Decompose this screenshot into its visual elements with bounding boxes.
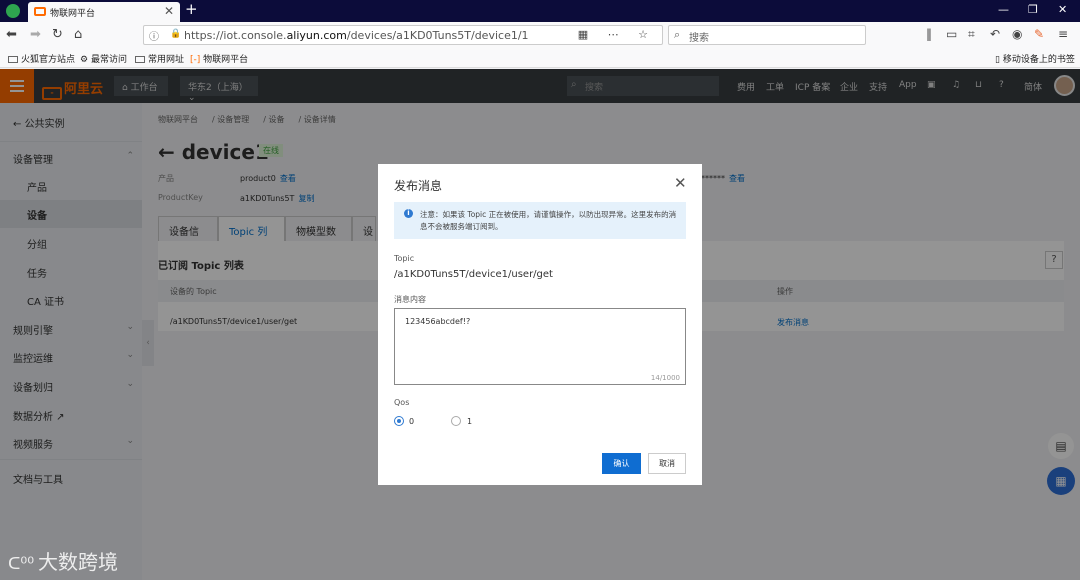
undo-icon[interactable]: ↶ <box>990 27 1000 41</box>
dialog-title: 发布消息 <box>394 179 443 193</box>
gear-icon: ⚙ <box>80 55 91 65</box>
watermark-logo-icon: ᑕ⁰⁰ <box>8 554 35 574</box>
new-tab-button[interactable]: + <box>185 0 198 18</box>
extension-icon[interactable]: ✎ <box>1034 27 1044 41</box>
tab-close-icon[interactable]: ✕ <box>164 4 174 18</box>
publish-message-dialog: 发布消息 ✕ i 注意：如果该 Topic 正在被使用，请谨慎操作，以防出现异常… <box>378 164 702 485</box>
folder-icon <box>135 56 145 63</box>
bookmark-item[interactable]: 火狐官方站点 <box>8 52 75 65</box>
sidebar-icon[interactable]: ▭ <box>946 27 957 41</box>
cancel-button[interactable]: 取消 <box>648 453 686 474</box>
reload-icon[interactable]: ↻ <box>52 27 63 42</box>
phone-icon: ▯ <box>995 55 1003 65</box>
char-count: 14/1000 <box>650 374 680 382</box>
url-actions[interactable]: ▦ ⋯ ☆ <box>578 28 656 41</box>
browser-menu-icon[interactable] <box>6 4 20 18</box>
window-close-button[interactable]: ✕ <box>1058 3 1067 16</box>
qos-1-radio[interactable] <box>451 416 461 426</box>
confirm-button[interactable]: 确认 <box>602 453 641 474</box>
topic-value: /a1KD0Tuns5T/device1/user/get <box>394 269 553 280</box>
url-bar[interactable]: ⓘ 🔒 https://iot.console.aliyun.com/devic… <box>143 25 663 45</box>
browser-nav-bar: ⬅ ➡ ↻ ⌂ ⓘ 🔒 https://iot.console.aliyun.c… <box>0 22 1080 48</box>
restore-button[interactable]: ❐ <box>1028 3 1038 16</box>
bookmarks-bar: 火狐官方站点 ⚙ 最常访问 常用网址 [-] 物联网平台 ▯ 移动设备上的书签 <box>0 48 1080 68</box>
aliyun-favicon-icon: [-] <box>190 55 204 65</box>
qos-0-radio[interactable] <box>394 416 404 426</box>
mobile-bookmarks[interactable]: ▯ 移动设备上的书签 <box>995 52 1075 65</box>
browser-search-box[interactable]: ⌕ 搜索 <box>668 25 866 45</box>
qos-0-label: 0 <box>409 417 415 426</box>
browser-tab-bar: 物联网平台 ✕ + — ❐ ✕ <box>0 0 1080 22</box>
bookmark-item[interactable]: [-] 物联网平台 <box>190 52 248 65</box>
site-info-icon[interactable]: ⓘ <box>149 28 159 43</box>
library-icon[interactable]: ‖ <box>926 27 932 41</box>
lock-icon: 🔒 <box>170 29 182 39</box>
browser-tab[interactable]: 物联网平台 ✕ <box>28 2 180 22</box>
warning-notice: i 注意：如果该 Topic 正在被使用，请谨慎操作，以防出现异常。这里发布的消… <box>394 202 686 239</box>
qos-1-label: 1 <box>467 417 473 426</box>
message-content-input[interactable]: 123456abcdef!? 14/1000 <box>394 308 686 385</box>
info-icon: i <box>404 209 413 218</box>
qos-label: Qos <box>394 398 410 407</box>
bookmark-item[interactable]: ⚙ 最常访问 <box>80 52 127 65</box>
hamburger-menu-icon[interactable]: ≡ <box>1058 27 1068 41</box>
close-icon[interactable]: ✕ <box>674 174 687 192</box>
search-placeholder: 搜索 <box>689 33 709 44</box>
folder-icon <box>8 56 18 63</box>
screenshot-icon[interactable]: ⌗ <box>968 27 975 42</box>
url-text[interactable]: https://iot.console.aliyun.com/devices/a… <box>184 29 529 42</box>
minimize-button[interactable]: — <box>998 3 1009 16</box>
account-icon[interactable]: ◉ <box>1012 27 1022 41</box>
content-label: 消息内容 <box>394 295 426 304</box>
aliyun-favicon-icon <box>34 7 46 16</box>
search-icon: ⌕ <box>674 28 681 41</box>
tab-title: 物联网平台 <box>50 9 96 19</box>
home-icon[interactable]: ⌂ <box>74 27 82 42</box>
watermark: ᑕ⁰⁰ 大数跨境 <box>8 550 119 574</box>
back-arrow-icon[interactable]: ⬅ <box>6 27 17 42</box>
notice-text: 注意：如果该 Topic 正在被使用，请谨慎操作，以防出现异常。这里发布的消息不… <box>420 210 677 231</box>
topic-label: Topic <box>394 254 415 263</box>
message-content-value: 123456abcdef!? <box>405 317 471 326</box>
bookmark-item[interactable]: 常用网址 <box>135 52 184 65</box>
forward-arrow-icon[interactable]: ➡ <box>30 27 41 42</box>
